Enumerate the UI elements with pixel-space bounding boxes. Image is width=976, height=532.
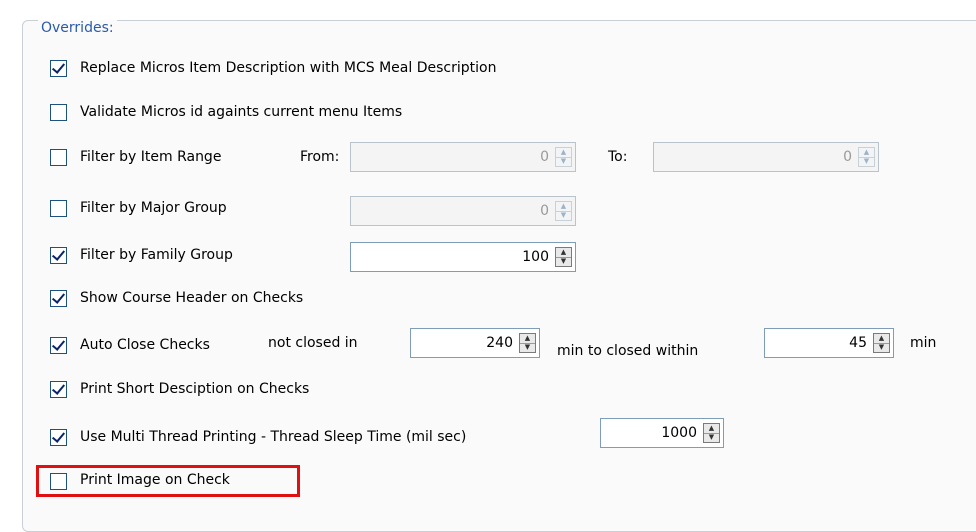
item-range-to-value: 0 [843, 149, 852, 165]
spin-down-icon[interactable]: ▼ [704, 433, 719, 442]
check-mark-icon [51, 247, 66, 261]
closed-within-value: 45 [849, 335, 867, 351]
spin-down-icon[interactable]: ▼ [556, 257, 571, 266]
filter-major-group-label: Filter by Major Group [80, 200, 227, 216]
family-group-value: 100 [522, 249, 549, 265]
closed-within-label: min to closed within [557, 343, 699, 359]
overrides-groupbox [22, 20, 976, 532]
auto-close-checks-label: Auto Close Checks [80, 337, 210, 353]
replace-description-label: Replace Micros Item Description with MCS… [80, 60, 497, 76]
family-group-spinbox[interactable]: 100 ▲ ▼ [350, 242, 576, 272]
spinner-buttons[interactable]: ▲ ▼ [858, 147, 875, 167]
spin-down-icon[interactable]: ▼ [859, 157, 874, 166]
check-mark-icon [51, 429, 66, 443]
validate-id-label: Validate Micros id againts current menu … [80, 104, 403, 120]
spinner-buttons[interactable]: ▲ ▼ [519, 333, 536, 353]
spinner-buttons[interactable]: ▲ ▼ [873, 333, 890, 353]
thread-sleep-value: 1000 [661, 425, 697, 441]
filter-family-group-label: Filter by Family Group [80, 247, 233, 263]
item-range-to-spinbox[interactable]: 0 ▲ ▼ [653, 142, 879, 172]
check-mark-icon [51, 337, 66, 351]
print-short-description-checkbox[interactable] [50, 381, 67, 398]
filter-item-range-label: Filter by Item Range [80, 149, 222, 165]
check-mark-icon [51, 60, 66, 74]
spinner-buttons[interactable]: ▲ ▼ [703, 423, 720, 443]
multi-thread-printing-label: Use Multi Thread Printing - Thread Sleep… [80, 429, 467, 445]
multi-thread-printing-checkbox[interactable] [50, 429, 67, 446]
validate-id-checkbox[interactable] [50, 104, 67, 121]
not-closed-in-value: 240 [486, 335, 513, 351]
min-label: min [910, 335, 937, 351]
major-group-spinbox[interactable]: 0 ▲ ▼ [350, 196, 576, 226]
to-label: To: [608, 149, 628, 165]
auto-close-checks-checkbox[interactable] [50, 337, 67, 354]
highlight-box [36, 465, 300, 497]
spin-down-icon[interactable]: ▼ [556, 157, 571, 166]
check-mark-icon [51, 381, 66, 395]
spinner-buttons[interactable]: ▲ ▼ [555, 247, 572, 267]
spin-down-icon[interactable]: ▼ [874, 343, 889, 352]
filter-major-group-checkbox[interactable] [50, 200, 67, 217]
not-closed-in-spinbox[interactable]: 240 ▲ ▼ [410, 328, 540, 358]
thread-sleep-spinbox[interactable]: 1000 ▲ ▼ [600, 418, 724, 448]
major-group-value: 0 [540, 203, 549, 219]
item-range-from-value: 0 [540, 149, 549, 165]
overrides-legend: Overrides: [38, 20, 117, 36]
item-range-from-spinbox[interactable]: 0 ▲ ▼ [350, 142, 576, 172]
print-short-description-label: Print Short Desciption on Checks [80, 381, 310, 397]
spinner-buttons[interactable]: ▲ ▼ [555, 147, 572, 167]
spin-down-icon[interactable]: ▼ [556, 211, 571, 220]
check-mark-icon [51, 290, 66, 304]
show-course-header-checkbox[interactable] [50, 290, 67, 307]
spin-down-icon[interactable]: ▼ [520, 343, 535, 352]
closed-within-spinbox[interactable]: 45 ▲ ▼ [764, 328, 894, 358]
spinner-buttons[interactable]: ▲ ▼ [555, 201, 572, 221]
from-label: From: [300, 149, 340, 165]
replace-description-checkbox[interactable] [50, 60, 67, 77]
show-course-header-label: Show Course Header on Checks [80, 290, 304, 306]
filter-item-range-checkbox[interactable] [50, 149, 67, 166]
not-closed-in-label: not closed in [268, 335, 358, 351]
filter-family-group-checkbox[interactable] [50, 247, 67, 264]
